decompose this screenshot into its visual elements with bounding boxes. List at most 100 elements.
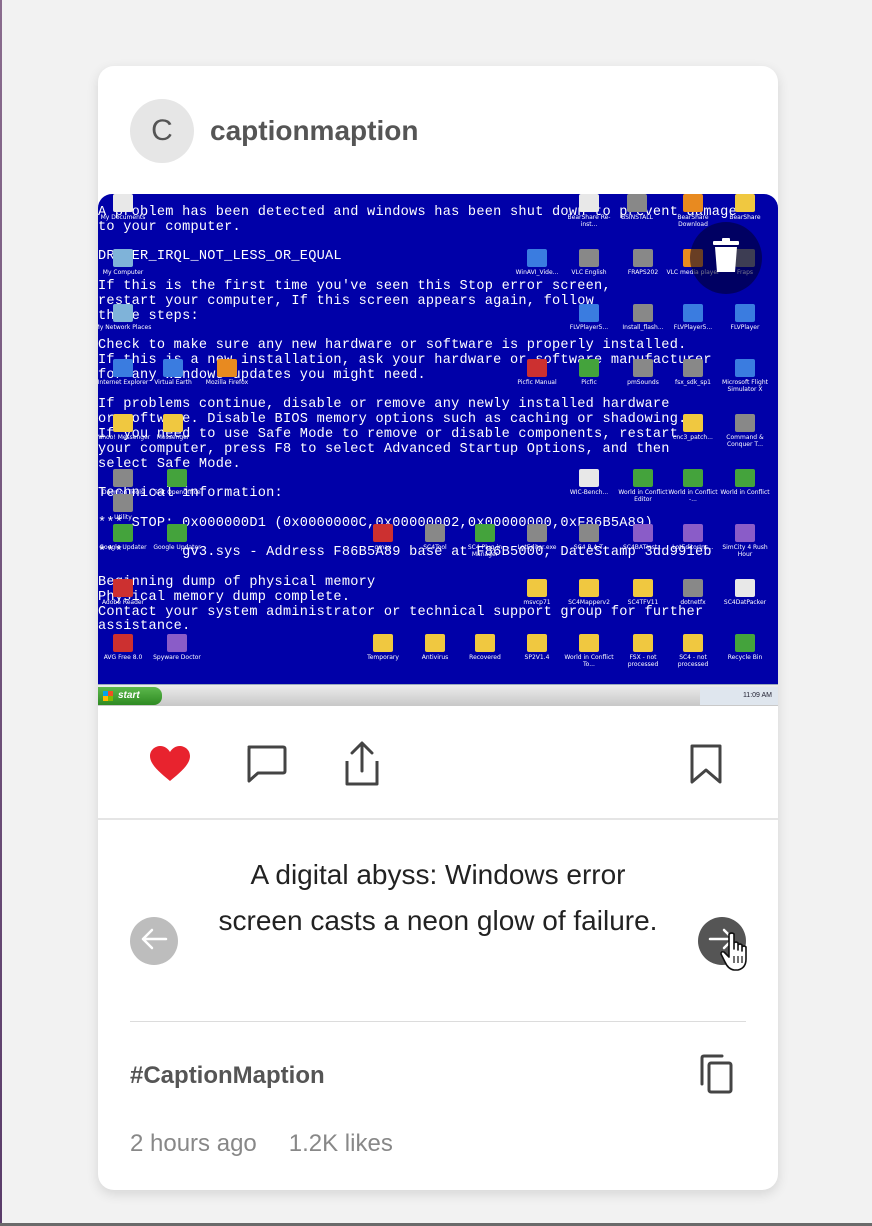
- desktop-app-icon: [475, 524, 495, 542]
- desktop-icon: msvcp71: [508, 579, 566, 606]
- desktop-app-icon: [579, 524, 599, 542]
- desktop-icon-label: SC4 - not processed: [677, 654, 709, 668]
- desktop-icon-label: Mozilla Firefox: [205, 379, 249, 386]
- desktop-icon-label: FLVPlayer5...: [673, 324, 713, 331]
- desktop-icon-label: Test OpenOffice: [153, 489, 201, 496]
- desktop-icon: SimCity 4 Rush Hour: [716, 524, 774, 558]
- desktop-icon: Utility: [98, 494, 152, 521]
- desktop-app-icon: [633, 634, 653, 652]
- divider: [130, 1021, 746, 1022]
- desktop-app-icon: [683, 304, 703, 322]
- desktop-icon-label: Antivirus: [421, 654, 449, 661]
- desktop-icon: Mozilla Firefox: [198, 359, 256, 386]
- desktop-app-icon: [167, 634, 187, 652]
- desktop-app-icon: [527, 524, 547, 542]
- desktop-icon: Temporary: [354, 634, 412, 661]
- start-label: start: [118, 690, 140, 701]
- desktop-app-icon: [683, 194, 703, 212]
- desktop-icon-label: dotnetfx: [680, 599, 706, 606]
- desktop-icon-label: gmax: [374, 544, 392, 551]
- desktop-icon: Recovered: [456, 634, 514, 661]
- like-count[interactable]: 1.2K likes: [289, 1130, 393, 1157]
- desktop-app-icon: [113, 359, 133, 377]
- desktop-icon-label: SC4 Plug-in Manager: [467, 544, 503, 558]
- desktop-icon-label: World in Conflict To...: [564, 654, 614, 668]
- desktop-icon: BearShare: [716, 194, 774, 221]
- desktop-icon-label: Google Updater: [153, 544, 201, 551]
- desktop-icon: Virtual Earth: [144, 359, 202, 386]
- desktop-app-icon: [527, 634, 547, 652]
- desktop-app-icon: [735, 194, 755, 212]
- desktop-app-icon: [633, 524, 653, 542]
- desktop-icon: SC4 Plug-in Manager: [456, 524, 514, 558]
- desktop-app-icon: [633, 579, 653, 597]
- desktop-icon-label: Virtual Earth: [154, 379, 192, 386]
- desktop-icon-label: SC4TFV11: [627, 599, 659, 606]
- desktop-icon-label: fsx_sdk_sp1: [675, 379, 711, 386]
- desktop-app-icon: [579, 634, 599, 652]
- desktop-icon: SC4Mapperv2: [560, 579, 618, 606]
- desktop-icon-label: Yahoo! Messenger: [98, 434, 151, 441]
- tray-clock: 11:09 AM: [742, 692, 772, 699]
- desktop-icon: BearShare Download: [664, 194, 722, 228]
- avatar[interactable]: C: [130, 99, 194, 163]
- desktop-icon-label: Install_flash...: [622, 324, 664, 331]
- desktop-app-icon: [579, 359, 599, 377]
- comment-button[interactable]: [242, 742, 290, 790]
- desktop-app-icon: [633, 304, 653, 322]
- desktop-icon-label: Command & Conquer T...: [726, 434, 764, 448]
- desktop-icon: AVG Free 8.0: [98, 634, 152, 661]
- desktop-app-icon: [113, 579, 133, 597]
- desktop-app-icon: [683, 359, 703, 377]
- prev-caption-button[interactable]: [130, 917, 178, 965]
- share-button[interactable]: [338, 741, 386, 792]
- like-button[interactable]: [146, 742, 194, 790]
- copy-button[interactable]: [694, 1054, 738, 1098]
- share-icon: [342, 741, 382, 792]
- desktop-app-icon: [113, 194, 133, 212]
- desktop-icon-label: AVG Free 8.0: [103, 654, 143, 661]
- bsod-line: your computer, press F8 to select Advanc…: [98, 441, 670, 457]
- desktop-icon-label: SC4BATInst...: [622, 544, 663, 551]
- copy-icon: [698, 1054, 734, 1099]
- desktop-app-icon: [425, 524, 445, 542]
- desktop-icon: Microsoft Flight Simulator X: [716, 359, 774, 393]
- start-button: start: [98, 687, 162, 705]
- desktop-icon-label: BearShare: [729, 214, 761, 221]
- desktop-icon-label: Picfic Manual: [517, 379, 557, 386]
- desktop-icon: Daemon Tools: [98, 469, 152, 496]
- desktop-icon: SP2V1.4: [508, 634, 566, 661]
- desktop-icon: Recycle Bin: [716, 634, 774, 661]
- desktop-icon-label: msvcp71: [523, 599, 551, 606]
- desktop-app-icon: [735, 359, 755, 377]
- desktop-app-icon: [527, 579, 547, 597]
- desktop-icon-label: My Computer: [102, 269, 144, 276]
- desktop-icon-label: LotEditor.exe: [517, 544, 557, 551]
- desktop-icon: Google Updater: [148, 524, 206, 551]
- username[interactable]: captionmaption: [210, 115, 418, 147]
- desktop-icon-label: Microsoft Flight Simulator X: [722, 379, 768, 393]
- desktop-app-icon: [113, 414, 133, 432]
- desktop-icon: Google Updater: [98, 524, 152, 551]
- desktop-app-icon: [735, 634, 755, 652]
- desktop-icon: cnc3_patch...: [664, 414, 722, 441]
- desktop-icon: Adobe Reader: [98, 579, 152, 606]
- desktop-app-icon: [579, 579, 599, 597]
- desktop-icon-label: WinAVI_Vide...: [515, 269, 559, 276]
- delete-button[interactable]: [690, 222, 762, 294]
- desktop-icon: Test OpenOffice: [148, 469, 206, 496]
- windows-logo-icon: [103, 691, 113, 701]
- desktop-app-icon: [373, 524, 393, 542]
- desktop-app-icon: [633, 359, 653, 377]
- hashtag[interactable]: #CaptionMaption: [130, 1062, 325, 1090]
- desktop-icon: FLVPlayer5...: [560, 304, 618, 331]
- desktop-app-icon: [163, 414, 183, 432]
- desktop-icon-label: pmSounds: [627, 379, 659, 386]
- save-button[interactable]: [682, 742, 730, 790]
- desktop-icon-label: Picfic: [581, 379, 597, 386]
- action-bar: [98, 706, 778, 818]
- desktop-icon-label: SC4Mapperv2: [568, 599, 610, 606]
- desktop-icon-label: Utility: [114, 514, 132, 521]
- desktop-app-icon: [475, 634, 495, 652]
- bsod-line: Contact your system administrator or tec…: [98, 604, 704, 620]
